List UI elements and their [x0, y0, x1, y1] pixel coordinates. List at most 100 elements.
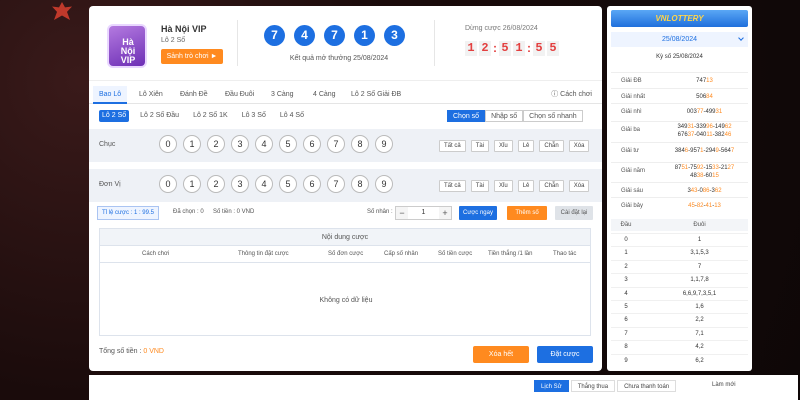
place-bet-button[interactable]: Đặt cược: [537, 346, 593, 363]
timer-digit: 1: [465, 41, 477, 56]
tail-digits: 6,6,9,7,3,5,1: [682, 290, 717, 297]
prize-label: Giải tư: [621, 148, 640, 154]
tab-bao-lo[interactable]: Bao Lô: [93, 86, 128, 104]
head-digit: 4: [624, 290, 628, 297]
quick-bet-button[interactable]: Cược ngay: [459, 206, 497, 220]
digit-button[interactable]: 2: [207, 135, 225, 153]
refresh-link[interactable]: Làm mới: [712, 382, 736, 388]
quick-small-button[interactable]: Xỉu: [494, 140, 513, 152]
digit-button[interactable]: 9: [375, 175, 393, 193]
digit-button[interactable]: 1: [183, 135, 201, 153]
prize-row: Giải bảy 45-82-41-13: [611, 197, 748, 217]
bet-type-tabs: Bao Lô Lô Xiên Đánh Đề Đầu Đuôi 3 Càng 4…: [89, 86, 602, 104]
total-label: Tổng số tiền :: [99, 348, 142, 355]
tab-dau-duoi[interactable]: Đầu Đuôi: [225, 86, 254, 104]
clear-all-button[interactable]: Xóa hết: [473, 346, 529, 363]
tab-history[interactable]: Lịch Sử: [534, 380, 569, 392]
prize-label: Giải năm: [621, 168, 646, 174]
column-header: Cấp số nhân: [384, 251, 419, 257]
column-header: Thao tác: [553, 251, 577, 257]
digit-button[interactable]: 2: [207, 175, 225, 193]
digit-buttons: 0 1 2 3 4 5 6 7 8 9: [159, 135, 393, 153]
prize-last-digits: 13: [714, 203, 721, 209]
quick-odd-button[interactable]: Lẻ: [517, 180, 535, 192]
quick-clear-button[interactable]: Xóa: [568, 180, 590, 192]
how-to-play-link[interactable]: ⓘ Cách chơi: [551, 86, 592, 104]
result-ball: 4: [294, 25, 315, 46]
add-number-button[interactable]: Thêm số: [507, 206, 547, 220]
digit-button[interactable]: 7: [327, 135, 345, 153]
tab-lo-xien[interactable]: Lô Xiên: [139, 86, 163, 104]
tab-win-lose[interactable]: Thắng thua: [570, 380, 616, 392]
minus-button[interactable]: −: [396, 207, 408, 219]
quick-select-buttons: Tất cả Tài Xỉu Lẻ Chẵn Xóa: [439, 180, 590, 192]
prize-value: 343-086-362: [661, 188, 748, 195]
prize-digits: -15: [703, 165, 713, 171]
head-tail-row: 5 1,6: [611, 300, 748, 313]
quick-all-button[interactable]: Tất cả: [439, 140, 466, 152]
digit-button[interactable]: 8: [351, 175, 369, 193]
prize-value: 50684: [661, 94, 748, 101]
head-digit: 5: [624, 304, 628, 310]
prize-digits: -21: [718, 165, 728, 171]
digit-button[interactable]: 0: [159, 135, 177, 153]
timer-digit: 2: [479, 41, 491, 56]
quick-clear-button[interactable]: Xóa: [568, 140, 590, 152]
digit-button[interactable]: 6: [303, 135, 321, 153]
digit-buttons: 0 1 2 3 4 5 6 7 8 9: [159, 175, 393, 193]
quick-odd-button[interactable]: Lẻ: [517, 140, 535, 152]
bet-amount: Số tiền : 0 VND: [213, 209, 255, 215]
subtab-lo-3-so[interactable]: Lô 3 Số: [239, 110, 269, 122]
prize-digits: 349: [677, 124, 688, 130]
digit-button[interactable]: 9: [375, 135, 393, 153]
digit-button[interactable]: 0: [159, 175, 177, 193]
prize-value: 67637-04011-38246: [661, 132, 748, 139]
date-selector[interactable]: 25/08/2024: [611, 32, 748, 47]
quick-even-button[interactable]: Chẵn: [539, 140, 564, 152]
mode-input-number[interactable]: Nhập số: [485, 110, 524, 122]
prize-digits: -294: [703, 148, 716, 154]
logo-line2: VIP: [120, 55, 136, 65]
prize-last-digits: 13: [706, 78, 713, 84]
head-digit: 7: [624, 330, 628, 337]
subtab-lo-4-so[interactable]: Lô 4 Số: [277, 110, 307, 122]
digit-button[interactable]: 7: [327, 175, 345, 193]
prize-last-digits: 92: [696, 165, 704, 171]
digit-button[interactable]: 5: [279, 135, 297, 153]
digit-button[interactable]: 8: [351, 135, 369, 153]
digit-button[interactable]: 6: [303, 175, 321, 193]
digit-button[interactable]: 4: [255, 175, 273, 193]
quick-even-button[interactable]: Chẵn: [539, 180, 564, 192]
digit-button[interactable]: 3: [231, 135, 249, 153]
prize-value: 00377-49931: [661, 109, 748, 116]
tab-4-cang[interactable]: 4 Càng: [313, 86, 336, 104]
quick-big-button[interactable]: Tài: [470, 140, 490, 152]
digit-button[interactable]: 4: [255, 135, 273, 153]
tab-unpaid[interactable]: Chưa thanh toán: [617, 380, 677, 392]
mode-quick-select[interactable]: Chọn số nhanh: [523, 110, 583, 122]
digit-button[interactable]: 1: [183, 175, 201, 193]
multiplier-input[interactable]: 1: [408, 207, 439, 219]
prize-last-digits: 15: [712, 173, 719, 179]
tab-danh-de[interactable]: Đánh Đề: [180, 86, 208, 104]
mode-select-number[interactable]: Chọn số: [447, 110, 486, 122]
plus-button[interactable]: +: [439, 207, 451, 219]
reset-button[interactable]: Cài đặt lại: [555, 206, 593, 220]
digit-button[interactable]: 3: [231, 175, 249, 193]
tab-3-cang[interactable]: 3 Càng: [271, 86, 294, 104]
multiplier-stepper: − 1 +: [395, 206, 452, 220]
subtab-lo-2-so-1k[interactable]: Lô 2 Số 1K: [190, 110, 231, 122]
digit-button[interactable]: 5: [279, 175, 297, 193]
subtab-lo-2-so[interactable]: Lô 2 Số: [99, 110, 130, 122]
quick-all-button[interactable]: Tất cả: [439, 180, 466, 192]
prize-digits: -75: [688, 165, 697, 171]
prize-last-digits: 27: [727, 165, 735, 171]
quick-big-button[interactable]: Tài: [470, 180, 490, 192]
subtab-lo-2-so-dau[interactable]: Lô 2 Số Đầu: [137, 110, 182, 122]
input-mode-tabs: Chọn số Nhập số Chọn số nhanh: [447, 110, 583, 122]
head-digit: 3: [624, 277, 628, 284]
quick-small-button[interactable]: Xỉu: [494, 180, 513, 192]
game-lobby-button[interactable]: Sảnh trò chơi ►: [161, 49, 223, 64]
tab-lo-2-so-giai-db[interactable]: Lô 2 Số Giải ĐB: [351, 86, 401, 104]
column-header: Số tiền cược: [438, 251, 473, 257]
